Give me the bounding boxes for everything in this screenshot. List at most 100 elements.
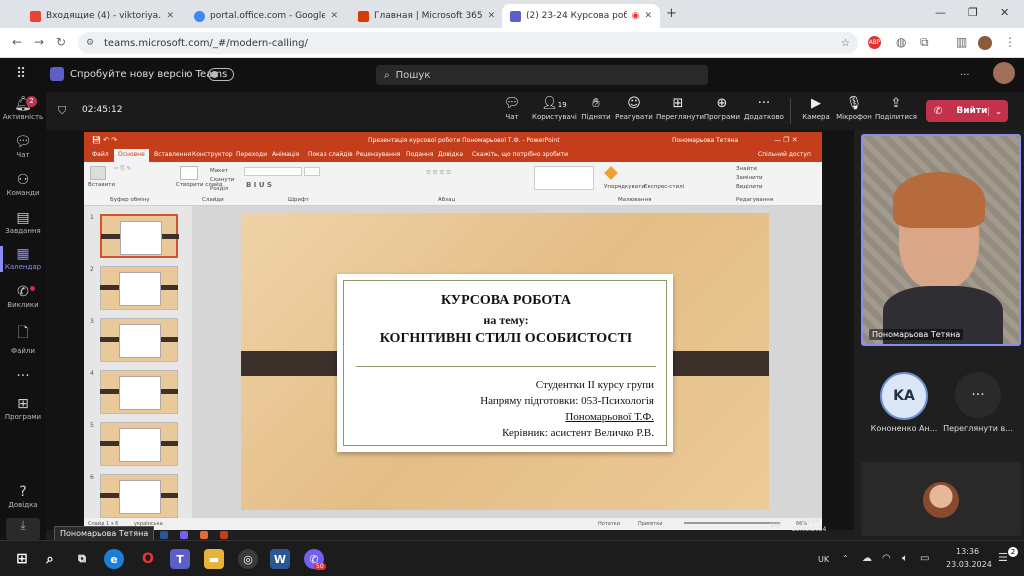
profile-avatar[interactable] (978, 36, 992, 50)
tab-animation[interactable]: Анімація (272, 151, 299, 158)
tab-google[interactable]: portal.office.com - Google Sear ✕ (186, 4, 346, 28)
rail-chat[interactable]: 💬︎ Чат (0, 134, 46, 159)
rail-calls[interactable]: ✆ Виклики (0, 284, 46, 309)
mic-button[interactable]: 🎙︎ Мікрофон (832, 96, 876, 121)
react-button[interactable]: ☺ Реагувати (612, 96, 656, 121)
replace-button[interactable]: Замінити (736, 175, 763, 181)
rail-apps[interactable]: ⊞ Програми (0, 396, 46, 421)
tell-me-field[interactable]: Скажіть, що потрібно зробити (472, 151, 568, 158)
clock-time[interactable]: 13:36 (956, 547, 979, 556)
shapes-gallery[interactable] (534, 166, 594, 190)
slide-thumb-4[interactable] (100, 370, 178, 414)
arrange-button[interactable]: Упорядкувати (604, 184, 645, 190)
tab-slideshow[interactable]: Показ слайдів (308, 151, 353, 158)
bookmark-star-icon[interactable]: ☆ (841, 38, 850, 49)
tab-m365[interactable]: Главная | Microsoft 365 ✕ (350, 4, 498, 28)
tab-help[interactable]: Довідка (438, 151, 463, 158)
menu-dots-icon[interactable]: ⋮ (1004, 35, 1016, 49)
rail-assignments[interactable]: ▤ Завдання (0, 210, 46, 235)
chat-button[interactable]: 💬︎ Чат (490, 96, 534, 121)
speaker-icon[interactable]: 🔈︎ (902, 553, 908, 564)
edge-icon[interactable]: e (104, 549, 124, 569)
close-icon[interactable]: ✕ (488, 11, 496, 21)
current-slide[interactable]: КУРСОВА РОБОТА на тему: КОГНІТИВНІ СТИЛІ… (241, 213, 769, 510)
select-button[interactable]: Виділити (736, 184, 763, 190)
wifi-icon[interactable]: ◠ (882, 553, 891, 564)
layout-button[interactable]: Макет (210, 168, 228, 174)
notes-button[interactable]: Нотатки (598, 521, 620, 527)
teams-taskbar-icon[interactable]: T (170, 549, 190, 569)
close-icon[interactable]: ✕ (644, 11, 652, 21)
new-tab-icon[interactable]: + (666, 6, 677, 21)
start-icon[interactable]: ⊞ (12, 549, 32, 569)
self-view-tile[interactable] (861, 462, 1021, 536)
word-icon[interactable]: W (270, 549, 290, 569)
language-indicator[interactable]: UK (818, 555, 829, 564)
close-icon[interactable]: ✕ (330, 11, 338, 21)
share-link[interactable]: Спільний доступ (758, 151, 811, 158)
rail-more[interactable]: ... (0, 364, 46, 381)
leave-button[interactable]: ✆ Вийти ⌄ (926, 100, 1008, 122)
tab-teams[interactable]: (2) 23-24 Курсова робота ◉ ✕ (502, 4, 660, 28)
tab-insert[interactable]: Вставлення (154, 151, 191, 158)
slide-thumb-5[interactable] (100, 422, 178, 466)
chevron-down-icon[interactable]: ⌄ (988, 106, 1008, 116)
rail-teams[interactable]: ⚇ Команди (0, 172, 46, 197)
reset-button[interactable]: Скинути (210, 177, 234, 183)
battery-icon[interactable]: ▭ (920, 553, 929, 564)
font-size-field[interactable] (304, 167, 320, 176)
user-avatar[interactable] (993, 62, 1015, 84)
search-icon[interactable]: ⌕ (40, 549, 60, 569)
tab-view[interactable]: Подання (406, 151, 433, 158)
sidebar-icon[interactable]: ▥ (956, 35, 967, 49)
share-button[interactable]: ⇪ Поділитися (874, 96, 918, 121)
tab-gmail[interactable]: Входящие (4) - viktoriya.lazaren ✕ (22, 4, 182, 28)
zoom-slider[interactable] (684, 522, 780, 524)
url-field[interactable]: ⚙ teams.microsoft.com/_#/modern-calling/… (78, 32, 858, 54)
comments-button[interactable]: Примітки (638, 521, 663, 527)
participant-avatar[interactable]: KA (880, 372, 928, 420)
adblock-icon[interactable]: ABP (868, 36, 881, 49)
tray-chevron-icon[interactable]: ⌃ (842, 554, 849, 563)
tab-home[interactable]: Основне (114, 149, 149, 162)
more-participants-icon[interactable]: ··· (955, 372, 1001, 418)
rail-help[interactable]: ? Довідка (0, 484, 46, 509)
back-icon[interactable]: ← (12, 35, 22, 49)
opera-icon[interactable]: O (138, 549, 158, 569)
chrome-icon[interactable]: ◎ (238, 549, 258, 569)
rail-calendar[interactable]: ▦ Календар (0, 246, 46, 272)
forward-icon[interactable]: → (34, 35, 44, 49)
find-button[interactable]: Знайти (736, 166, 757, 172)
puzzle-icon[interactable]: ⧉ (920, 35, 929, 50)
section-button[interactable]: Розділ (210, 186, 228, 192)
people-button[interactable]: 👤︎19 Користувачі (532, 96, 577, 121)
notification-icon[interactable]: ☰ (998, 551, 1008, 564)
rail-files[interactable]: 🗋︎ Файли (0, 322, 46, 355)
slide-thumb-3[interactable] (100, 318, 178, 362)
tab-review[interactable]: Рецензування (356, 151, 400, 158)
reload-icon[interactable]: ↻ (56, 35, 66, 49)
maximize-icon[interactable]: ❐ (968, 6, 978, 19)
tab-file[interactable]: Файл (92, 151, 109, 158)
slide-thumb-1[interactable] (100, 214, 179, 258)
quick-styles-button[interactable]: Експрес-стилі (644, 184, 684, 190)
view-button[interactable]: ⊞ Переглянути (656, 96, 704, 121)
extension-icon[interactable]: ◍ (896, 35, 906, 49)
rail-activity[interactable]: 🔔︎ Активність 2 (0, 96, 46, 121)
site-info-icon[interactable]: ⚙ (86, 38, 94, 48)
more-options-icon[interactable]: ··· (960, 70, 970, 81)
font-name-field[interactable] (244, 167, 302, 176)
tab-design[interactable]: Конструктор (192, 151, 233, 158)
new-version-toggle[interactable] (208, 68, 234, 81)
apps-button[interactable]: ⊕ Програми (700, 96, 744, 121)
app-launcher-icon[interactable]: ⠿ (16, 66, 26, 82)
slide-thumb-6[interactable] (100, 474, 178, 518)
close-icon[interactable]: ✕ (166, 11, 174, 21)
clock-date[interactable]: 23.03.2024 (946, 560, 992, 569)
tab-transitions[interactable]: Переходи (236, 151, 267, 158)
participant-video-tile[interactable]: Пономарьова Тетяна (861, 134, 1021, 346)
close-window-icon[interactable]: ✕ (1000, 6, 1009, 19)
download-icon[interactable]: ⤓ (6, 518, 40, 540)
slide-thumb-2[interactable] (100, 266, 178, 310)
file-explorer-icon[interactable]: ▬ (204, 549, 224, 569)
